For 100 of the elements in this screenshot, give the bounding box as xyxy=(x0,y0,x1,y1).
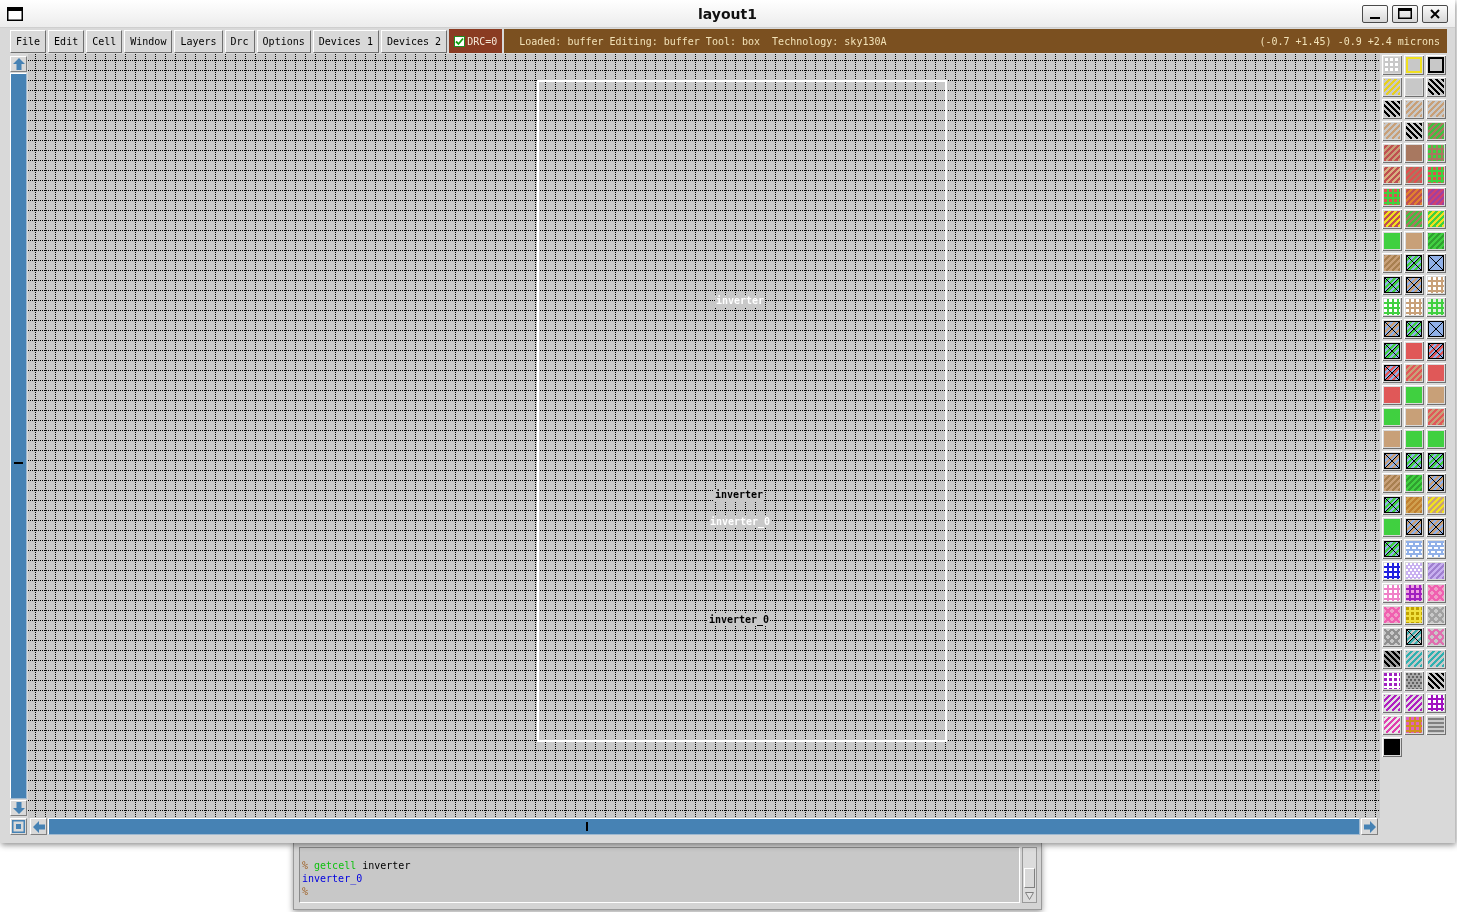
layer-swatch-icon[interactable] xyxy=(1404,341,1424,361)
layer-swatch-icon[interactable] xyxy=(1382,715,1402,735)
layer-swatch-icon[interactable] xyxy=(1404,627,1424,647)
menu-button[interactable]: Options xyxy=(256,29,311,53)
layer-swatch-icon[interactable] xyxy=(1426,165,1446,185)
layer-swatch-icon[interactable] xyxy=(1382,77,1402,97)
layer-swatch-icon[interactable] xyxy=(1426,407,1446,427)
layer-swatch-icon[interactable] xyxy=(1426,429,1446,449)
layer-swatch-icon[interactable] xyxy=(1382,143,1402,163)
layer-swatch-icon[interactable] xyxy=(1404,473,1424,493)
horizontal-scrollbar[interactable] xyxy=(48,818,1360,835)
menu-button[interactable]: Layers xyxy=(174,29,223,53)
layer-swatch-icon[interactable] xyxy=(1382,407,1402,427)
layer-swatch-icon[interactable] xyxy=(1382,385,1402,405)
layer-swatch-icon[interactable] xyxy=(1382,253,1402,273)
layer-swatch-icon[interactable] xyxy=(1382,605,1402,625)
layer-swatch-icon[interactable] xyxy=(1426,275,1446,295)
layer-swatch-icon[interactable] xyxy=(1382,363,1402,383)
layer-swatch-icon[interactable] xyxy=(1426,143,1446,163)
layer-swatch-icon[interactable] xyxy=(1404,649,1424,669)
layer-swatch-icon[interactable] xyxy=(1404,539,1424,559)
layer-swatch-icon[interactable] xyxy=(1382,451,1402,471)
layer-swatch-icon[interactable] xyxy=(1426,231,1446,251)
layer-swatch-icon[interactable] xyxy=(1426,385,1446,405)
layer-swatch-icon[interactable] xyxy=(1404,385,1424,405)
layer-swatch-icon[interactable] xyxy=(1382,737,1402,757)
menu-button[interactable]: Window xyxy=(124,29,173,53)
layer-swatch-icon[interactable] xyxy=(1382,561,1402,581)
layer-swatch-icon[interactable] xyxy=(1404,231,1424,251)
layer-swatch-icon[interactable] xyxy=(1404,583,1424,603)
layer-swatch-icon[interactable] xyxy=(1426,583,1446,603)
layer-swatch-icon[interactable] xyxy=(1382,231,1402,251)
menu-button[interactable]: Devices 2 xyxy=(380,29,448,53)
layer-swatch-icon[interactable] xyxy=(1404,605,1424,625)
layer-swatch-icon[interactable] xyxy=(1382,539,1402,559)
layer-swatch-icon[interactable] xyxy=(1404,363,1424,383)
layer-swatch-icon[interactable] xyxy=(1426,77,1446,97)
layer-swatch-icon[interactable] xyxy=(1404,187,1424,207)
layer-swatch-icon[interactable] xyxy=(1404,451,1424,471)
layer-swatch-icon[interactable] xyxy=(1382,627,1402,647)
layer-swatch-icon[interactable] xyxy=(1426,341,1446,361)
menu-button[interactable]: Cell xyxy=(86,29,123,53)
layer-swatch-icon[interactable] xyxy=(1404,121,1424,141)
layer-swatch-icon[interactable] xyxy=(1404,561,1424,581)
close-button[interactable] xyxy=(1422,4,1448,23)
layer-swatch-icon[interactable] xyxy=(1426,319,1446,339)
menu-button[interactable]: Edit xyxy=(48,29,85,53)
layer-swatch-icon[interactable] xyxy=(1426,517,1446,537)
scroll-left-button[interactable] xyxy=(30,818,47,835)
layer-swatch-icon[interactable] xyxy=(1382,319,1402,339)
scroll-right-button[interactable] xyxy=(1361,818,1378,835)
layer-swatch-icon[interactable] xyxy=(1404,715,1424,735)
layer-swatch-icon[interactable] xyxy=(1426,693,1446,713)
layer-swatch-icon[interactable] xyxy=(1382,297,1402,317)
minimize-button[interactable] xyxy=(1362,4,1388,23)
layer-swatch-icon[interactable] xyxy=(1404,143,1424,163)
vertical-scrollbar[interactable] xyxy=(10,73,27,799)
menu-button[interactable]: Devices 1 xyxy=(312,29,379,53)
layer-swatch-icon[interactable] xyxy=(1404,77,1424,97)
layer-swatch-icon[interactable] xyxy=(1426,605,1446,625)
layer-swatch-icon[interactable] xyxy=(1426,253,1446,273)
layer-swatch-icon[interactable] xyxy=(1382,121,1402,141)
layer-swatch-icon[interactable] xyxy=(1382,495,1402,515)
layer-swatch-icon[interactable] xyxy=(1382,165,1402,185)
console-text-area[interactable]: % getcell inverter inverter_0 % xyxy=(299,847,1020,903)
menu-button[interactable]: Drc xyxy=(224,29,255,53)
layer-swatch-icon[interactable] xyxy=(1426,451,1446,471)
scroll-down-button[interactable] xyxy=(10,800,27,816)
layer-swatch-icon[interactable] xyxy=(1382,341,1402,361)
layer-swatch-icon[interactable] xyxy=(1404,517,1424,537)
layer-swatch-icon[interactable] xyxy=(1426,297,1446,317)
layer-swatch-icon[interactable] xyxy=(1382,671,1402,691)
scroll-up-button[interactable] xyxy=(10,56,27,72)
layer-swatch-icon[interactable] xyxy=(1382,99,1402,119)
layer-swatch-icon[interactable] xyxy=(1404,671,1424,691)
layer-swatch-icon[interactable] xyxy=(1426,55,1446,75)
layer-swatch-icon[interactable] xyxy=(1404,319,1424,339)
layer-swatch-icon[interactable] xyxy=(1426,209,1446,229)
layer-swatch-icon[interactable] xyxy=(1404,253,1424,273)
layer-swatch-icon[interactable] xyxy=(1404,209,1424,229)
layer-swatch-icon[interactable] xyxy=(1382,55,1402,75)
menu-button[interactable]: File xyxy=(10,29,47,53)
layer-swatch-icon[interactable] xyxy=(1382,275,1402,295)
layer-swatch-icon[interactable] xyxy=(1404,407,1424,427)
layer-swatch-icon[interactable] xyxy=(1382,209,1402,229)
layer-swatch-icon[interactable] xyxy=(1382,693,1402,713)
layer-swatch-icon[interactable] xyxy=(1382,649,1402,669)
layer-swatch-icon[interactable] xyxy=(1426,187,1446,207)
layer-swatch-icon[interactable] xyxy=(1426,99,1446,119)
layer-swatch-icon[interactable] xyxy=(1382,429,1402,449)
layer-swatch-icon[interactable] xyxy=(1426,495,1446,515)
layer-swatch-icon[interactable] xyxy=(1404,165,1424,185)
layer-swatch-icon[interactable] xyxy=(1426,649,1446,669)
maximize-button[interactable] xyxy=(1392,4,1418,23)
layer-swatch-icon[interactable] xyxy=(1426,539,1446,559)
layer-swatch-icon[interactable] xyxy=(1404,495,1424,515)
layer-swatch-icon[interactable] xyxy=(1404,275,1424,295)
scrollbar-thumb[interactable] xyxy=(1024,868,1035,888)
layer-swatch-icon[interactable] xyxy=(1382,517,1402,537)
layer-swatch-icon[interactable] xyxy=(1404,693,1424,713)
